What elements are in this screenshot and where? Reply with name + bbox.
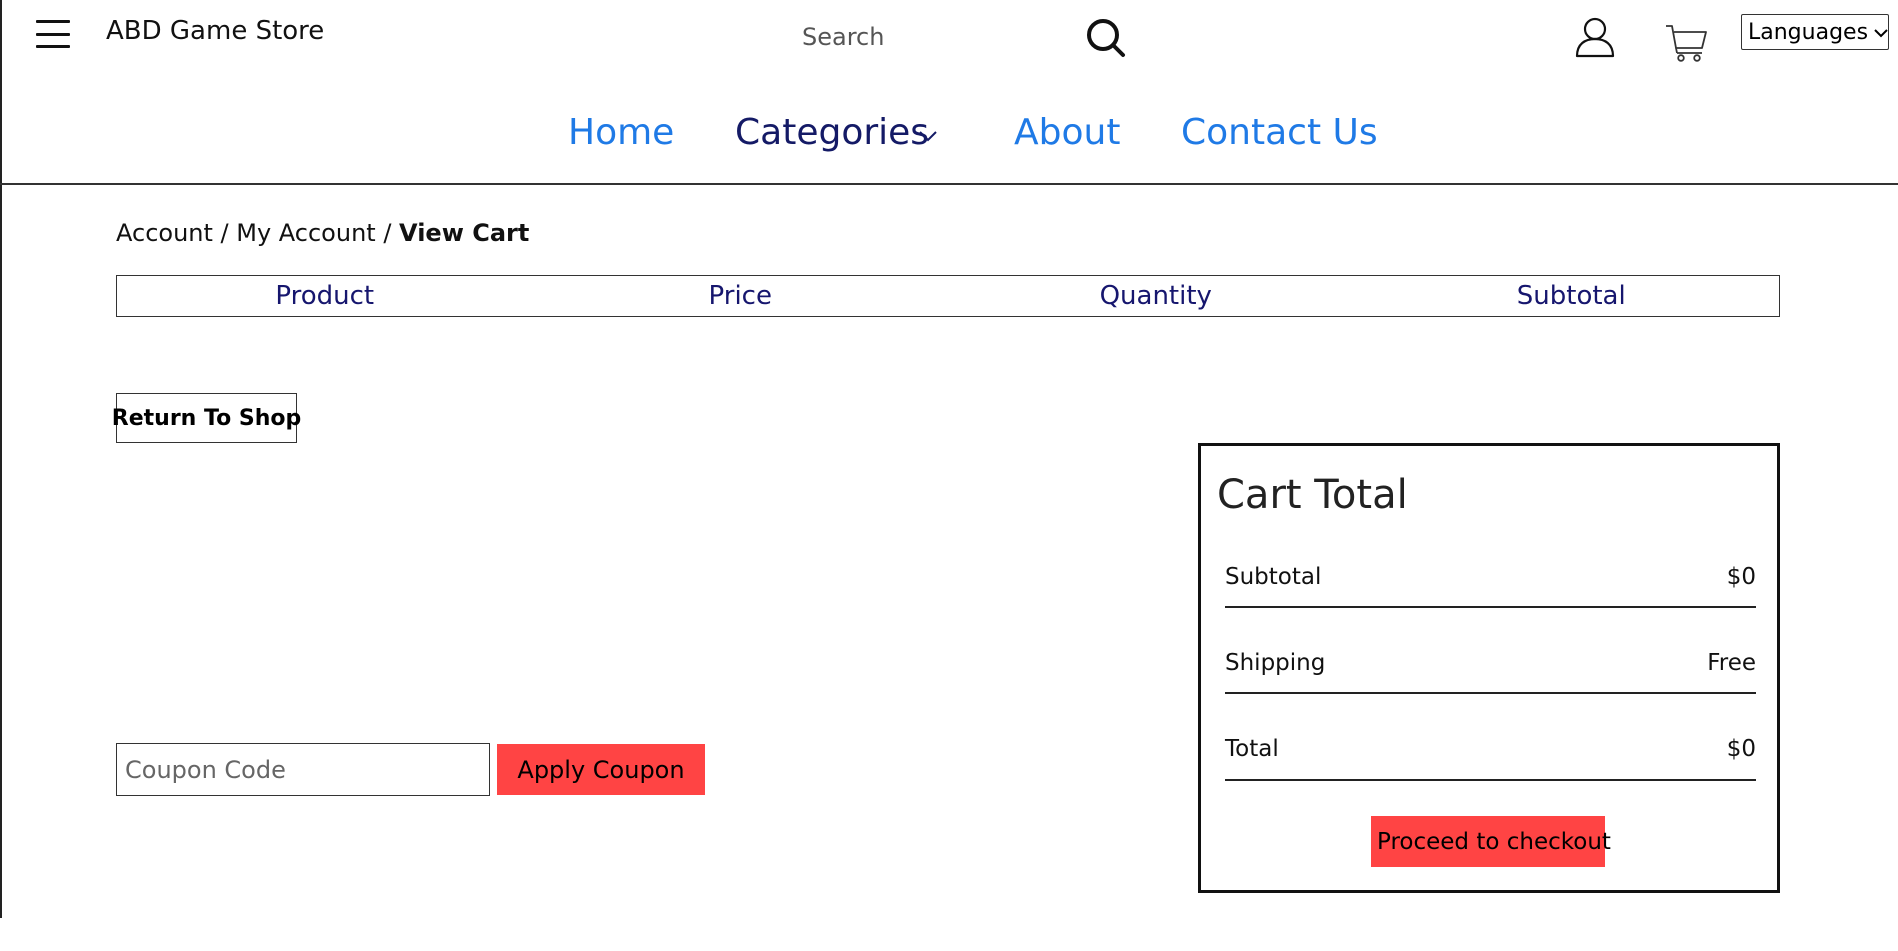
cart-total-value: $0 xyxy=(1726,736,1756,762)
breadcrumb-current: View Cart xyxy=(399,219,530,247)
proceed-to-checkout-button[interactable]: Proceed to checkout xyxy=(1371,816,1611,867)
nav-home[interactable]: Home xyxy=(568,112,674,153)
search-icon[interactable] xyxy=(1084,16,1128,60)
breadcrumb-separator: / xyxy=(375,219,400,247)
search-bar xyxy=(800,14,1130,60)
breadcrumb: Account / My Account / View Cart xyxy=(116,219,529,247)
chevron-down-icon xyxy=(1874,23,1888,42)
cart-total-label: Total xyxy=(1225,736,1279,762)
cart-total-title: Cart Total xyxy=(1217,472,1408,518)
search-input[interactable] xyxy=(800,14,1064,60)
header-divider xyxy=(0,183,1898,185)
cart-total-row-total: Total $0 xyxy=(1225,736,1756,766)
cart-total-label: Subtotal xyxy=(1225,564,1322,590)
divider xyxy=(1225,606,1756,608)
cart-table-header: Product Price Quantity Subtotal xyxy=(116,275,1780,317)
cart-total-value: Free xyxy=(1707,650,1756,676)
chevron-down-icon[interactable] xyxy=(918,128,938,142)
nav-categories[interactable]: Categories xyxy=(735,112,929,153)
return-to-shop-button[interactable]: Return To Shop xyxy=(112,393,301,443)
cart-total-value: $0 xyxy=(1726,564,1756,590)
column-header-price: Price xyxy=(708,281,772,311)
column-header-product: Product xyxy=(275,281,375,311)
breadcrumb-item-my-account[interactable]: My Account xyxy=(236,219,375,247)
page: ABD Game Store Languages xyxy=(0,0,1898,951)
user-icon[interactable] xyxy=(1574,16,1616,58)
coupon-code-input[interactable] xyxy=(116,743,490,796)
divider xyxy=(1225,779,1756,781)
main-nav: Home Categories About Contact Us xyxy=(0,112,1898,172)
cart-total-row-shipping: Shipping Free xyxy=(1225,650,1756,680)
breadcrumb-separator: / xyxy=(212,219,237,247)
brand-name[interactable]: ABD Game Store xyxy=(106,16,324,46)
languages-select[interactable]: Languages xyxy=(1741,14,1889,50)
nav-about[interactable]: About xyxy=(1014,112,1120,153)
column-header-quantity: Quantity xyxy=(1099,281,1212,311)
cart-icon[interactable] xyxy=(1664,20,1708,64)
cart-total-panel: Cart Total Subtotal $0 Shipping Free Tot… xyxy=(1198,443,1780,893)
divider xyxy=(1225,692,1756,694)
languages-label: Languages xyxy=(1748,19,1869,45)
menu-icon[interactable] xyxy=(36,20,70,48)
apply-coupon-button[interactable]: Apply Coupon xyxy=(497,744,705,795)
column-header-subtotal: Subtotal xyxy=(1516,281,1626,311)
cart-total-row-subtotal: Subtotal $0 xyxy=(1225,564,1756,594)
nav-contact[interactable]: Contact Us xyxy=(1181,112,1378,153)
breadcrumb-item-account[interactable]: Account xyxy=(116,219,213,247)
cart-total-label: Shipping xyxy=(1225,650,1326,676)
